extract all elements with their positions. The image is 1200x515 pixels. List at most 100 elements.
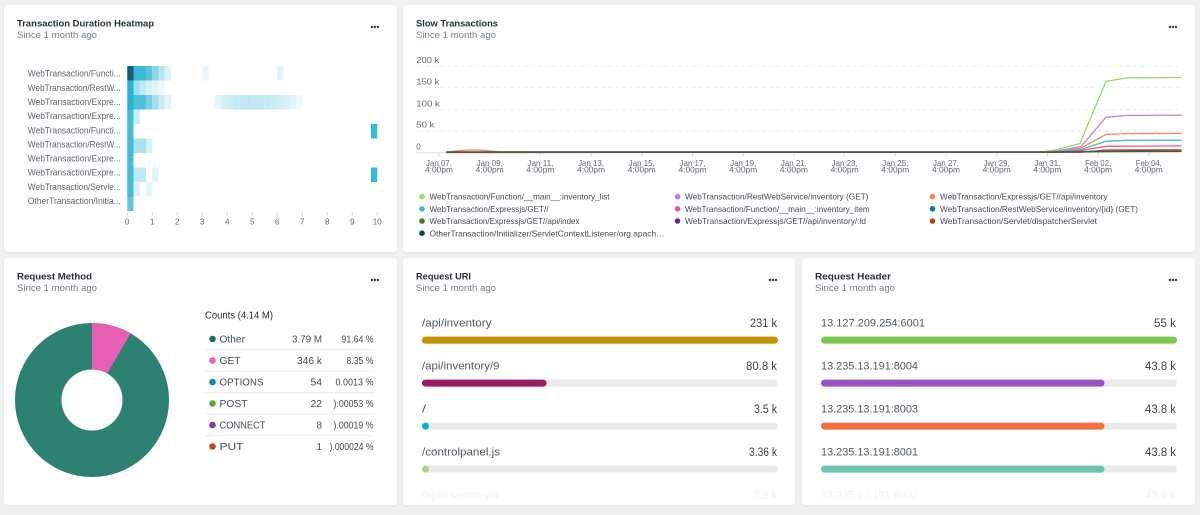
svg-text:/api/inventory/4: /api/inventory/4 [422, 489, 499, 501]
svg-text:OtherTransaction/Initia...: OtherTransaction/Initia... [28, 196, 121, 206]
svg-text:13.235.13.191:8002: 13.235.13.191:8002 [821, 489, 918, 501]
svg-text:Since 1 month ago: Since 1 month ago [17, 30, 97, 40]
svg-text:2.9 k: 2.9 k [753, 490, 777, 502]
svg-text:4:00pm: 4:00pm [1135, 165, 1163, 174]
svg-text:1: 1 [150, 217, 155, 226]
svg-text:4:00pm: 4:00pm [425, 165, 453, 174]
svg-text:0.0013 %: 0.0013 % [336, 378, 374, 389]
svg-text:55 k: 55 k [1154, 318, 1176, 330]
svg-text:9: 9 [350, 217, 355, 226]
svg-text:WebTransaction/RestW...: WebTransaction/RestW... [28, 139, 121, 149]
svg-text:231 k: 231 k [750, 318, 777, 330]
svg-text:10: 10 [373, 217, 382, 226]
svg-text:1: 1 [317, 442, 323, 453]
svg-text:Transaction Duration Heatmap: Transaction Duration Heatmap [17, 19, 155, 29]
svg-text:Since 1 month ago: Since 1 month ago [416, 30, 496, 40]
svg-text:346 k: 346 k [297, 356, 323, 367]
svg-text:Other: Other [220, 335, 246, 346]
svg-text:/: / [422, 403, 427, 415]
svg-text:4:00pm: 4:00pm [831, 165, 859, 174]
svg-text:/controlpanel.js: /controlpanel.js [422, 446, 501, 458]
svg-text:0: 0 [125, 217, 130, 226]
svg-text:4:00pm: 4:00pm [628, 165, 656, 174]
svg-text:43.8 k: 43.8 k [1145, 361, 1176, 373]
svg-text:Since 1 month ago: Since 1 month ago [815, 283, 895, 293]
svg-text:PUT: PUT [220, 442, 244, 453]
svg-text:WebTransaction/RestWebService/: WebTransaction/RestWebService/inventory/… [940, 204, 1138, 214]
svg-text:WebTransaction/Servlet/dispatc: WebTransaction/Servlet/dispatcherServlet [940, 216, 1098, 226]
svg-text:Request Header: Request Header [815, 272, 892, 282]
svg-text:POST: POST [220, 399, 248, 410]
svg-text:43.8 k: 43.8 k [1145, 490, 1176, 502]
svg-text:0: 0 [416, 143, 421, 152]
svg-text:4:00pm: 4:00pm [526, 165, 554, 174]
svg-text:54: 54 [311, 378, 323, 389]
svg-text:Request URI: Request URI [416, 272, 471, 282]
svg-text:).00053 %: ).00053 % [334, 399, 374, 410]
svg-text:43.8 k: 43.8 k [1145, 404, 1176, 416]
svg-text:8: 8 [325, 217, 330, 226]
svg-text:50 k: 50 k [416, 121, 435, 130]
svg-text:3.36 k: 3.36 k [749, 447, 777, 459]
svg-text:7: 7 [300, 217, 305, 226]
svg-text:4:00pm: 4:00pm [729, 165, 757, 174]
svg-text:3: 3 [200, 217, 205, 226]
svg-text:100 k: 100 k [416, 99, 441, 108]
svg-text:150 k: 150 k [416, 78, 440, 87]
svg-text:4:00pm: 4:00pm [679, 165, 707, 174]
svg-text:WebTransaction/Expre...: WebTransaction/Expre... [28, 97, 121, 107]
svg-text:GET: GET [220, 356, 241, 367]
svg-text:WebTransaction/Expressjs/GET//: WebTransaction/Expressjs/GET//api/index [430, 216, 581, 226]
svg-text:13.235.13.191:8003: 13.235.13.191:8003 [821, 403, 918, 415]
svg-text:22: 22 [311, 399, 323, 410]
svg-text:).00019 %: ).00019 % [334, 421, 374, 432]
svg-text:13.235.13.191:8001: 13.235.13.191:8001 [821, 446, 918, 458]
svg-text:WebTransaction/Expressjs/GET//: WebTransaction/Expressjs/GET//api/invent… [685, 216, 866, 226]
svg-text:WebTransaction/Expre...: WebTransaction/Expre... [28, 154, 121, 164]
svg-text:4:00pm: 4:00pm [577, 165, 605, 174]
svg-text:WebTransaction/RestW...: WebTransaction/RestW... [28, 83, 121, 93]
svg-text:91.64 %: 91.64 % [342, 335, 374, 346]
svg-text:4:00pm: 4:00pm [983, 165, 1011, 174]
svg-text:4:00pm: 4:00pm [476, 165, 504, 174]
svg-text:13.235.13.191:8004: 13.235.13.191:8004 [821, 360, 918, 372]
svg-text:43.8 k: 43.8 k [1145, 447, 1176, 459]
svg-text:WebTransaction/Expressjs/GET//: WebTransaction/Expressjs/GET// [430, 204, 550, 214]
svg-text:/api/inventory/9: /api/inventory/9 [422, 360, 500, 372]
svg-text:OtherTransaction/Initializer/S: OtherTransaction/Initializer/ServletCont… [430, 228, 665, 238]
svg-text:WebTransaction/RestWebService/: WebTransaction/RestWebService/inventory … [685, 192, 869, 202]
svg-text:WebTransaction/Expre...: WebTransaction/Expre... [28, 168, 121, 178]
svg-text:200 k: 200 k [416, 56, 440, 65]
svg-text:WebTransaction/Functi...: WebTransaction/Functi... [28, 69, 121, 79]
svg-text:3.5 k: 3.5 k [754, 404, 777, 416]
svg-text:Since 1 month ago: Since 1 month ago [416, 283, 496, 293]
svg-text:Request Method: Request Method [17, 272, 92, 282]
svg-text:/api/inventory: /api/inventory [422, 317, 492, 329]
svg-text:6: 6 [275, 217, 280, 226]
svg-text:WebTransaction/Expre...: WebTransaction/Expre... [28, 111, 121, 121]
svg-text:WebTransaction/Expressjs/GET//: WebTransaction/Expressjs/GET//api/invent… [940, 192, 1108, 202]
svg-text:).000024 %: ).000024 % [330, 442, 374, 453]
svg-text:8.35 %: 8.35 % [347, 356, 374, 367]
svg-text:5: 5 [250, 217, 255, 226]
svg-text:OPTIONS: OPTIONS [220, 378, 264, 389]
svg-text:4:00pm: 4:00pm [881, 165, 909, 174]
svg-text:3.79 M: 3.79 M [292, 335, 322, 346]
svg-text:Slow Transactions: Slow Transactions [416, 19, 498, 29]
svg-text:WebTransaction/Function/__main: WebTransaction/Function/__main__:invento… [685, 204, 870, 214]
svg-text:80.8 k: 80.8 k [746, 361, 777, 373]
svg-text:4:00pm: 4:00pm [1084, 165, 1112, 174]
svg-text:Counts (4.14 M): Counts (4.14 M) [205, 311, 273, 322]
svg-text:2: 2 [175, 217, 180, 226]
svg-text:4:00pm: 4:00pm [1033, 165, 1061, 174]
svg-text:4: 4 [225, 217, 230, 226]
svg-text:13.127.209.254:6001: 13.127.209.254:6001 [821, 317, 925, 329]
svg-text:WebTransaction/Servle...: WebTransaction/Servle... [28, 182, 121, 192]
svg-text:4:00pm: 4:00pm [780, 165, 808, 174]
svg-text:CONNECT: CONNECT [220, 421, 266, 432]
svg-text:4:00pm: 4:00pm [932, 165, 960, 174]
svg-text:8: 8 [317, 421, 323, 432]
svg-text:WebTransaction/Function/__main: WebTransaction/Function/__main__:invento… [430, 192, 611, 202]
svg-text:Since 1 month ago: Since 1 month ago [17, 283, 97, 293]
svg-text:WebTransaction/Functi...: WebTransaction/Functi... [28, 125, 121, 135]
